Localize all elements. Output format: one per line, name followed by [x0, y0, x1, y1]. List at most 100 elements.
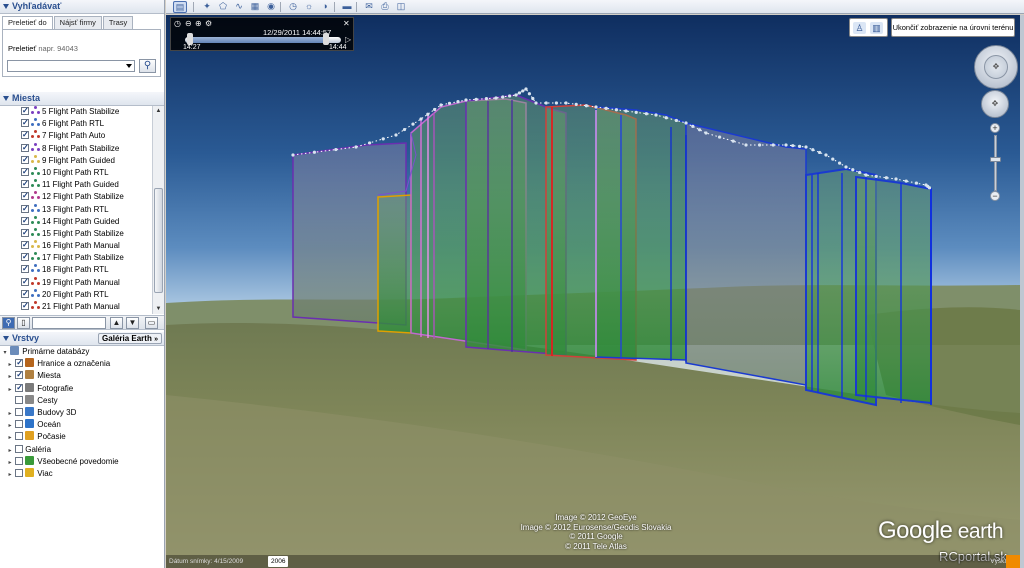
place-checkbox[interactable]: [21, 239, 29, 251]
time-range[interactable]: [187, 37, 327, 43]
add-polygon-icon[interactable]: ⬠: [216, 1, 230, 13]
add-image-overlay-icon[interactable]: ▦: [248, 1, 262, 13]
search-section-header[interactable]: Vyhľadávať: [0, 0, 164, 14]
layer-item[interactable]: ▸ Miesta: [0, 369, 164, 383]
place-checkbox[interactable]: [21, 117, 29, 129]
zoom-slider-thumb[interactable]: [990, 157, 1001, 162]
layer-checkbox[interactable]: [15, 420, 24, 429]
time-slider[interactable]: ◷ ⊖ ⊕ ⚙ ✕ 12/29/2011 14:44:57 14:27 14:4…: [170, 17, 354, 51]
zoom-in-icon[interactable]: +: [990, 123, 1000, 133]
play-forward-icon[interactable]: ▷: [345, 35, 351, 44]
zoom-slider[interactable]: [994, 135, 997, 191]
look-arrows-icon[interactable]: ✥: [984, 55, 1008, 79]
toggle-panel-button[interactable]: ▯: [17, 317, 30, 329]
tab-find-businesses[interactable]: Nájsť firmy: [53, 16, 102, 29]
place-checkbox[interactable]: [21, 178, 29, 190]
look-joystick[interactable]: ✥: [974, 45, 1018, 89]
layer-item[interactable]: ▸ Oceán: [0, 419, 164, 431]
layer-checkbox[interactable]: [15, 444, 24, 453]
move-up-button[interactable]: ▲: [110, 317, 123, 329]
move-joystick[interactable]: ✥: [981, 90, 1009, 118]
layer-item[interactable]: ▸ Viac: [0, 467, 164, 481]
layer-item[interactable]: ▸ Galéria: [0, 444, 164, 456]
dropdown-arrow-icon[interactable]: [126, 64, 132, 68]
sun-icon[interactable]: ☼: [302, 1, 316, 13]
record-tour-icon[interactable]: ◉: [264, 1, 278, 13]
zoom-in-time-icon[interactable]: ⊕: [195, 20, 203, 28]
planets-icon[interactable]: ◑: [318, 1, 332, 13]
place-checkbox[interactable]: [21, 300, 29, 312]
place-checkbox[interactable]: [21, 129, 29, 141]
add-folder-button[interactable]: ▭: [145, 317, 158, 329]
layer-checkbox[interactable]: [15, 369, 24, 381]
email-icon[interactable]: ✉: [362, 1, 376, 13]
place-item[interactable]: 21 Flight Path Manual: [0, 300, 152, 313]
expander-icon[interactable]: ▸: [7, 359, 13, 371]
layer-checkbox[interactable]: [15, 456, 24, 465]
places-section-header[interactable]: Miesta: [0, 92, 164, 106]
expander-icon[interactable]: ▸: [7, 432, 13, 444]
add-path-icon[interactable]: ∿: [232, 1, 246, 13]
sidebar-toggle-icon[interactable]: ▤: [173, 1, 187, 13]
place-checkbox[interactable]: [21, 215, 29, 227]
place-checkbox[interactable]: [21, 190, 29, 202]
layer-checkbox[interactable]: [15, 407, 24, 416]
place-checkbox[interactable]: [21, 276, 29, 288]
layer-item[interactable]: ▸ Všeobecné povedomie: [0, 455, 164, 469]
expander-icon[interactable]: ▸: [7, 457, 13, 469]
zoom-out-icon[interactable]: −: [990, 191, 1000, 201]
expander-icon[interactable]: ▸: [7, 384, 13, 396]
layer-checkbox[interactable]: [15, 432, 24, 441]
view-in-maps-icon[interactable]: ◫: [394, 1, 408, 13]
place-checkbox[interactable]: [21, 166, 29, 178]
place-checkbox[interactable]: [21, 288, 29, 300]
search-places-button[interactable]: ⚲: [2, 317, 15, 329]
layer-item[interactable]: ▸ Hranice a označenia: [0, 357, 164, 371]
clock-icon[interactable]: ◷: [174, 20, 182, 28]
expander-icon[interactable]: ▸: [7, 371, 13, 383]
zoom-out-time-icon[interactable]: ⊖: [185, 20, 193, 28]
fly-to-input[interactable]: [7, 60, 135, 72]
places-filter-input[interactable]: [32, 317, 106, 329]
place-checkbox[interactable]: [21, 227, 29, 239]
move-down-button[interactable]: ▼: [126, 317, 139, 329]
scroll-down-icon[interactable]: ▼: [153, 304, 164, 314]
search-button[interactable]: ⚲: [139, 59, 156, 73]
place-checkbox[interactable]: [21, 263, 29, 275]
layer-checkbox[interactable]: [15, 382, 24, 394]
places-scrollbar[interactable]: ▲ ▼: [152, 106, 164, 314]
scroll-up-icon[interactable]: ▲: [153, 106, 164, 116]
historical-imagery-icon[interactable]: ◷: [286, 1, 300, 13]
add-placemark-icon[interactable]: ✦: [200, 1, 214, 13]
place-checkbox[interactable]: [21, 203, 29, 215]
building-icon[interactable]: ▥: [870, 22, 883, 34]
layer-checkbox[interactable]: [15, 395, 24, 404]
settings-icon[interactable]: ⚙: [205, 20, 213, 28]
layer-item[interactable]: ▸ Budovy 3D: [0, 406, 164, 420]
print-icon[interactable]: ⎙: [378, 1, 392, 13]
exit-ground-level-button[interactable]: Ukončiť zobrazenie na úrovni terénu: [891, 18, 1015, 37]
place-checkbox[interactable]: [21, 251, 29, 263]
earth-3d-view[interactable]: ◷ ⊖ ⊕ ⚙ ✕ 12/29/2011 14:44:57 14:27 14:4…: [166, 15, 1020, 568]
expander-icon[interactable]: ▸: [7, 420, 13, 432]
expander-icon[interactable]: ▸: [7, 408, 13, 420]
layer-item[interactable]: ▸ Fotografie: [0, 382, 164, 396]
place-checkbox[interactable]: [21, 106, 29, 117]
close-icon[interactable]: ✕: [343, 20, 351, 28]
ruler-icon[interactable]: ▬: [340, 1, 354, 13]
person-icon[interactable]: ♙: [853, 22, 866, 34]
place-checkbox[interactable]: [21, 142, 29, 154]
layer-item[interactable]: ▾ Primárne databázy: [0, 346, 164, 358]
layer-item[interactable]: Cesty: [0, 394, 164, 407]
expander-icon[interactable]: ▾: [2, 347, 8, 359]
tab-fly-to[interactable]: Preletieť do: [2, 16, 53, 29]
place-checkbox[interactable]: [21, 154, 29, 166]
expander-icon[interactable]: ▸: [7, 469, 13, 481]
historical-year-badge[interactable]: 2006: [268, 556, 289, 567]
layer-checkbox[interactable]: [15, 357, 24, 369]
tab-directions[interactable]: Trasy: [102, 16, 134, 29]
layer-item[interactable]: ▸ Počasie: [0, 431, 164, 443]
scroll-thumb[interactable]: [154, 188, 163, 293]
earth-gallery-button[interactable]: Galéria Earth »: [98, 333, 162, 344]
expander-icon[interactable]: ▸: [7, 445, 13, 457]
